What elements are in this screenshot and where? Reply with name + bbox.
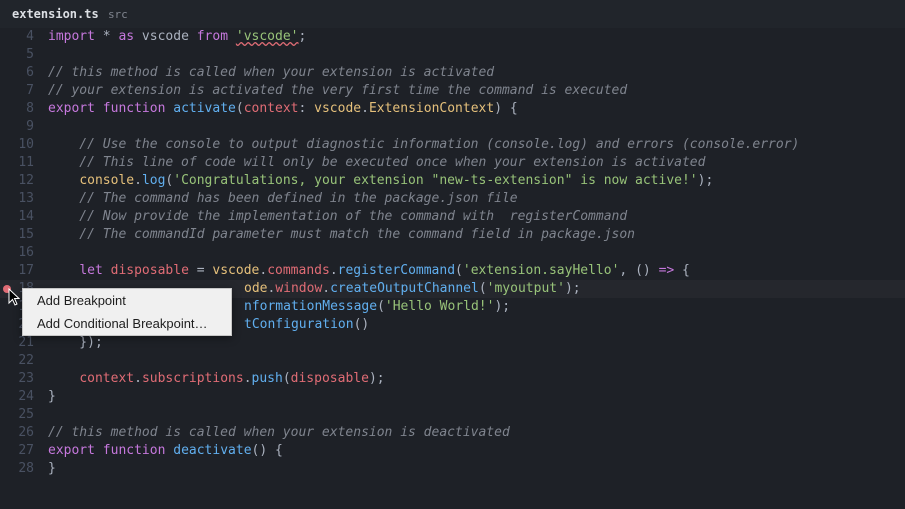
code-content: // Use the console to output diagnostic …	[44, 136, 905, 154]
code-line[interactable]: 8 export function activate(context: vsco…	[0, 100, 905, 118]
code-line[interactable]: 28 }	[0, 460, 905, 478]
line-number[interactable]: 10	[0, 136, 44, 154]
code-content: let disposable = vscode.commands.registe…	[44, 262, 905, 280]
code-line[interactable]: 5	[0, 46, 905, 64]
code-line[interactable]: 7 // your extension is activated the ver…	[0, 82, 905, 100]
code-content	[44, 244, 905, 262]
tab-active[interactable]: extension.ts src	[6, 7, 134, 21]
line-number[interactable]: 16	[0, 244, 44, 262]
line-number[interactable]: 26	[0, 424, 44, 442]
code-content	[44, 46, 905, 64]
code-content: context.subscriptions.push(disposable);	[44, 370, 905, 388]
code-content	[44, 118, 905, 136]
code-line[interactable]: 10 // Use the console to output diagnost…	[0, 136, 905, 154]
tab-bar: extension.ts src	[0, 0, 905, 28]
gutter-context-menu: Add Breakpoint Add Conditional Breakpoin…	[22, 288, 232, 336]
line-number[interactable]: 6	[0, 64, 44, 82]
code-content: console.log('Congratulations, your exten…	[44, 172, 905, 190]
line-number[interactable]: 27	[0, 442, 44, 460]
code-content: export function deactivate() {	[44, 442, 905, 460]
code-content: }	[44, 460, 905, 478]
line-number[interactable]: 7	[0, 82, 44, 100]
code-content: // Now provide the implementation of the…	[44, 208, 905, 226]
code-line[interactable]: 23 context.subscriptions.push(disposable…	[0, 370, 905, 388]
code-content: // This line of code will only be execut…	[44, 154, 905, 172]
tab-filename: extension.ts	[12, 7, 99, 21]
code-content: });	[44, 334, 905, 352]
code-line[interactable]: 14 // Now provide the implementation of …	[0, 208, 905, 226]
code-content: // The commandId parameter must match th…	[44, 226, 905, 244]
line-number[interactable]: 25	[0, 406, 44, 424]
code-content	[44, 352, 905, 370]
line-number[interactable]: 5	[0, 46, 44, 64]
menu-item-add-conditional-breakpoint[interactable]: Add Conditional Breakpoint…	[23, 312, 231, 335]
code-line[interactable]: 15 // The commandId parameter must match…	[0, 226, 905, 244]
code-line[interactable]: 12 console.log('Congratulations, your ex…	[0, 172, 905, 190]
line-number[interactable]: 8	[0, 100, 44, 118]
line-number[interactable]: 23	[0, 370, 44, 388]
code-line[interactable]: 17 let disposable = vscode.commands.regi…	[0, 262, 905, 280]
code-line[interactable]: 26 // this method is called when your ex…	[0, 424, 905, 442]
code-line[interactable]: 21 });	[0, 334, 905, 352]
line-number[interactable]: 12	[0, 172, 44, 190]
code-content: import * as vscode from 'vscode';	[44, 28, 905, 46]
code-line[interactable]: 11 // This line of code will only be exe…	[0, 154, 905, 172]
line-number[interactable]: 22	[0, 352, 44, 370]
code-line[interactable]: 27 export function deactivate() {	[0, 442, 905, 460]
code-content: // The command has been defined in the p…	[44, 190, 905, 208]
line-number[interactable]: 11	[0, 154, 44, 172]
code-line[interactable]: 9	[0, 118, 905, 136]
code-content: }	[44, 388, 905, 406]
code-line[interactable]: 22	[0, 352, 905, 370]
line-number[interactable]: 14	[0, 208, 44, 226]
code-line[interactable]: 4 import * as vscode from 'vscode';	[0, 28, 905, 46]
line-number[interactable]: 24	[0, 388, 44, 406]
code-content: // this method is called when your exten…	[44, 424, 905, 442]
code-content	[44, 406, 905, 424]
line-number[interactable]: 28	[0, 460, 44, 478]
code-editor[interactable]: 4 import * as vscode from 'vscode'; 5 6 …	[0, 28, 905, 478]
line-number[interactable]: 15	[0, 226, 44, 244]
line-number[interactable]: 13	[0, 190, 44, 208]
menu-item-add-breakpoint[interactable]: Add Breakpoint	[23, 289, 231, 312]
code-line[interactable]: 6 // this method is called when your ext…	[0, 64, 905, 82]
line-number[interactable]: 17	[0, 262, 44, 280]
code-line[interactable]: 13 // The command has been defined in th…	[0, 190, 905, 208]
code-content: export function activate(context: vscode…	[44, 100, 905, 118]
code-content: // your extension is activated the very …	[44, 82, 905, 100]
tab-folder: src	[108, 8, 128, 21]
line-number[interactable]: 4	[0, 28, 44, 46]
code-line[interactable]: 24 }	[0, 388, 905, 406]
line-number[interactable]: 21	[0, 334, 44, 352]
code-line[interactable]: 16	[0, 244, 905, 262]
code-line[interactable]: 25	[0, 406, 905, 424]
code-content: // this method is called when your exten…	[44, 64, 905, 82]
breakpoint-icon[interactable]	[3, 285, 11, 293]
line-number[interactable]: 9	[0, 118, 44, 136]
